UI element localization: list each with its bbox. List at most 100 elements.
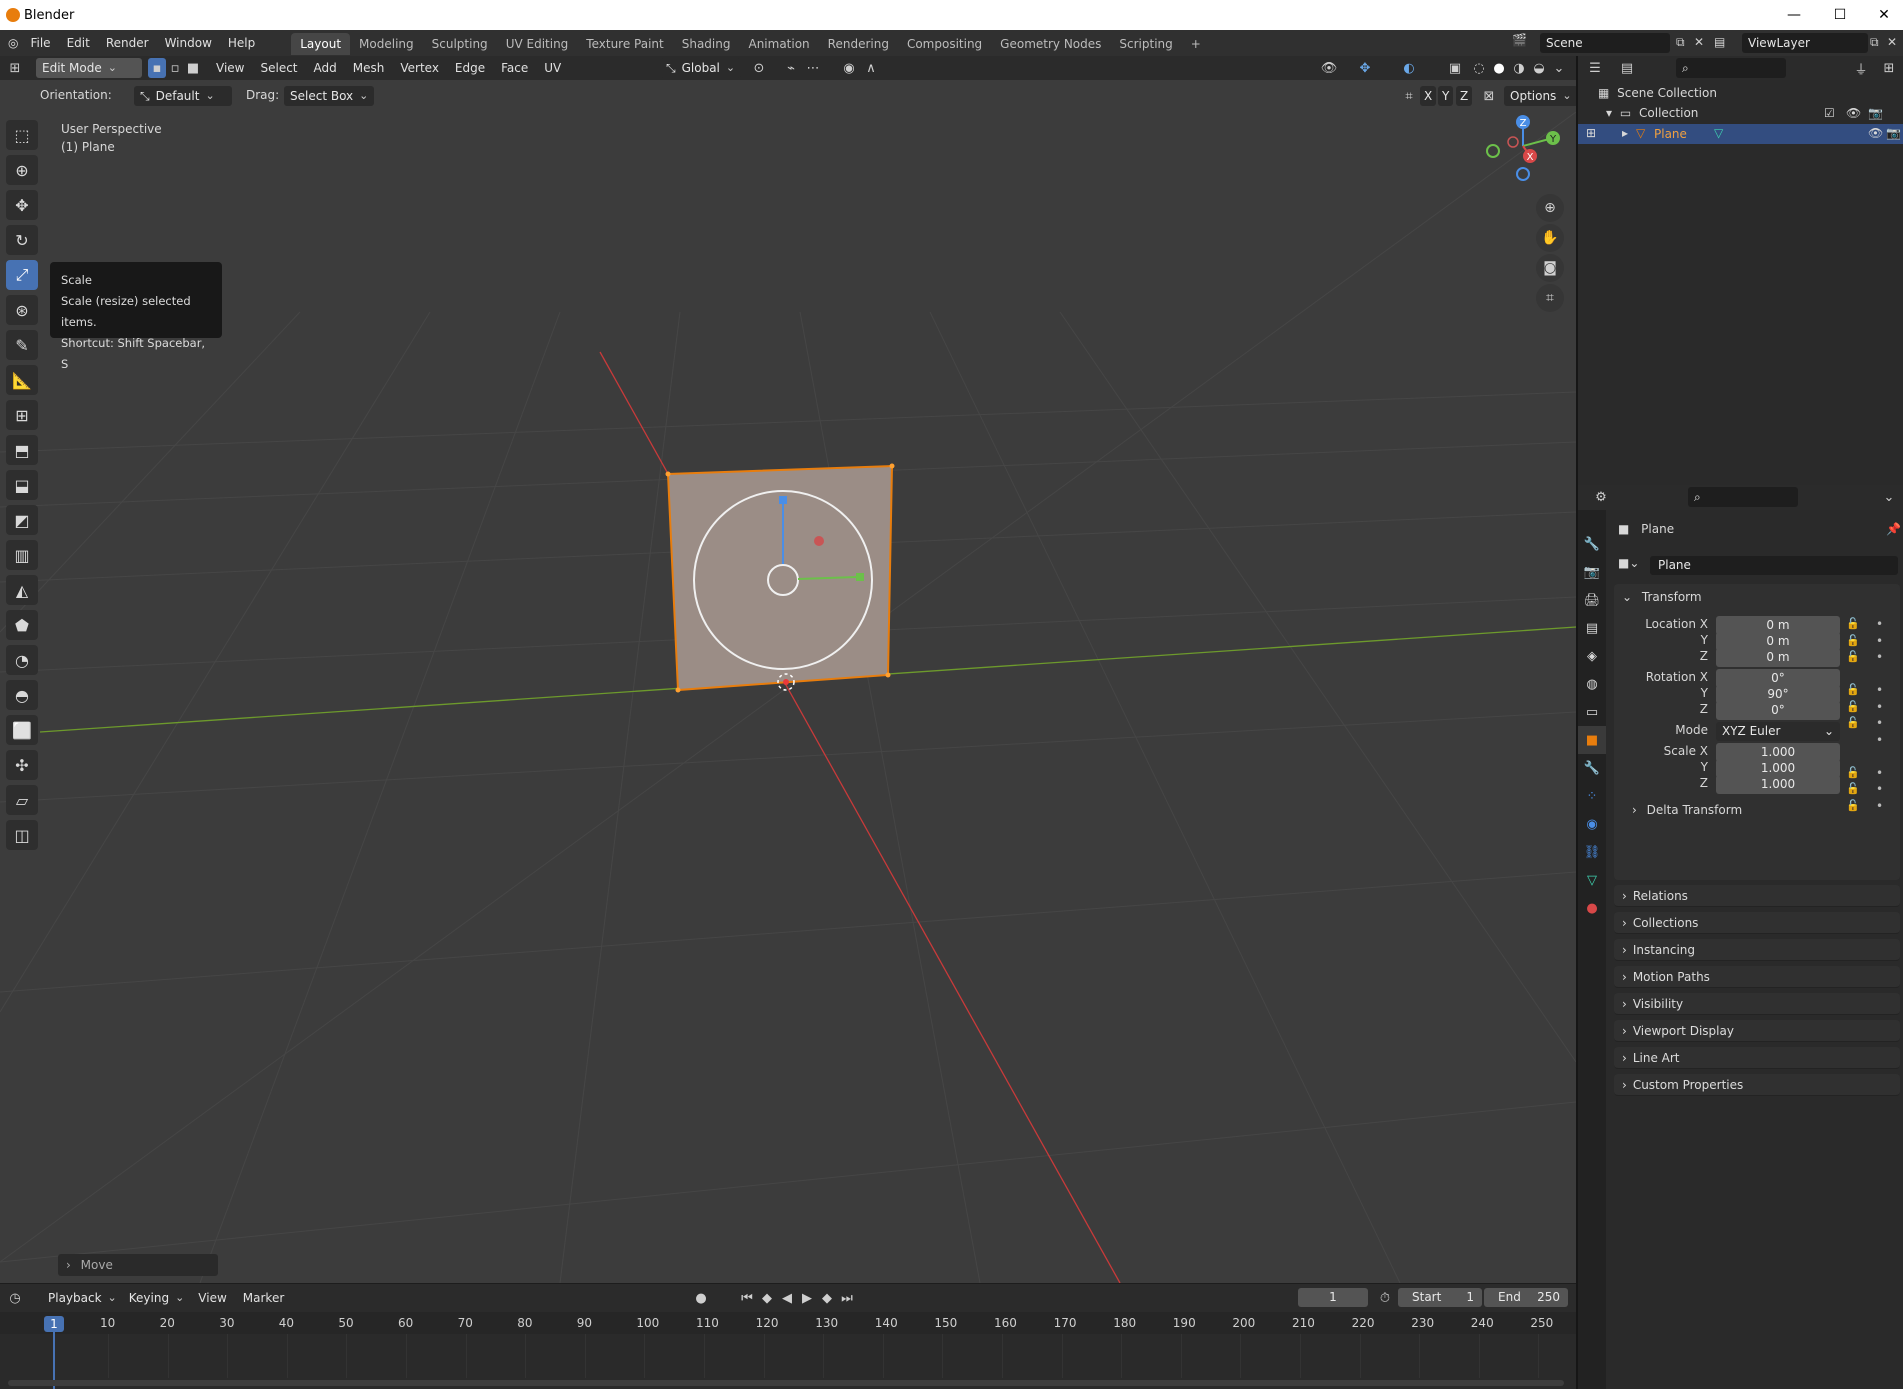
add-cube-tool-icon[interactable]: ⊞: [6, 400, 38, 430]
pin-icon[interactable]: 📌: [1886, 522, 1901, 536]
jump-end-icon[interactable]: ⏭: [836, 1288, 858, 1308]
eye-icon[interactable]: 👁: [1868, 126, 1883, 140]
panel-line-art[interactable]: › Line Art: [1614, 1047, 1900, 1069]
menu-select[interactable]: Select: [252, 55, 305, 81]
proportional-edit-icon[interactable]: ◉: [838, 58, 860, 78]
tab-modeling[interactable]: Modeling: [350, 33, 423, 55]
3d-viewport[interactable]: User Perspective (1) Plane Z Y X ⊕ ✋ ◙ ⌗…: [0, 112, 1576, 1283]
output-tab-icon[interactable]: 🖨: [1578, 586, 1606, 614]
panel-viewport-display[interactable]: › Viewport Display: [1614, 1020, 1900, 1042]
vertex[interactable]: [665, 471, 671, 477]
new-collection-icon[interactable]: ⊞: [1878, 58, 1900, 78]
scale-z-field[interactable]: 1.000: [1716, 775, 1840, 794]
pivot-point-icon[interactable]: ⊙: [748, 58, 770, 78]
last-operator-panel[interactable]: › Move: [58, 1254, 218, 1276]
panel-motion-paths[interactable]: › Motion Paths: [1614, 966, 1900, 988]
outliner-row-plane[interactable]: ⊞ ▸ ▽ Plane ▽ 👁 📷: [1578, 124, 1903, 144]
vertex-select-icon[interactable]: ▪: [148, 58, 166, 78]
rotation-z-field[interactable]: 0°: [1716, 701, 1840, 720]
physics-tab-icon[interactable]: ◉: [1578, 810, 1606, 838]
playback-menu[interactable]: Playback: [42, 1288, 123, 1308]
panel-relations[interactable]: › Relations: [1614, 885, 1900, 907]
keying-menu[interactable]: Keying: [123, 1288, 191, 1308]
copy-view-layer-icon[interactable]: ⧉: [1870, 35, 1879, 50]
add-workspace-button[interactable]: +: [1182, 33, 1210, 55]
mirror-y-toggle[interactable]: Y: [1438, 86, 1454, 106]
properties-editor-type-icon[interactable]: ⚙: [1590, 488, 1612, 508]
render-tab-icon[interactable]: 📷: [1578, 558, 1606, 586]
tool-tab-icon[interactable]: 🔧: [1578, 530, 1606, 558]
keyframe-dot-icons[interactable]: • • • • • • • • • •: [1876, 616, 1883, 814]
rotation-mode-dropdown[interactable]: XYZ Euler ⌄: [1716, 722, 1840, 741]
camera-view-icon[interactable]: ◙: [1536, 254, 1564, 282]
data-tab-icon[interactable]: ▽: [1578, 866, 1606, 894]
frame-ruler[interactable]: [0, 1312, 1576, 1334]
edge-slide-tool-icon[interactable]: ⬜: [6, 715, 38, 745]
falloff-icon[interactable]: ∧: [860, 58, 882, 78]
shrink-fatten-tool-icon[interactable]: ✣: [6, 750, 38, 780]
remove-scene-icon[interactable]: ✕: [1694, 35, 1704, 49]
auto-merge-icon[interactable]: ⊠: [1478, 86, 1500, 106]
panel-collections[interactable]: › Collections: [1614, 912, 1900, 934]
copy-scene-icon[interactable]: ⧉: [1676, 35, 1685, 50]
minimize-button[interactable]: —: [1771, 0, 1817, 30]
modifiers-tab-icon[interactable]: 🔧: [1578, 754, 1606, 782]
move-tool-icon[interactable]: ✥: [6, 190, 38, 220]
menu-help[interactable]: Help: [220, 30, 263, 56]
material-tab-icon[interactable]: ●: [1578, 894, 1606, 922]
scale-gizmo-y-handle[interactable]: [856, 573, 864, 581]
edit-mode-icon[interactable]: ⊞: [1586, 126, 1596, 140]
knife-tool-icon[interactable]: ◭: [6, 575, 38, 605]
extrude-tool-icon[interactable]: ⬒: [6, 435, 38, 465]
display-mode-icon[interactable]: ▤: [1616, 58, 1638, 78]
overlay-toggle-icon[interactable]: ◐: [1398, 58, 1420, 78]
location-z-field[interactable]: 0 m: [1716, 648, 1840, 667]
edge-select-icon[interactable]: ▫: [166, 58, 184, 78]
scene-field[interactable]: Scene: [1540, 33, 1670, 53]
menu-uv[interactable]: UV: [536, 55, 569, 81]
checkbox-icon[interactable]: ☑: [1824, 106, 1835, 120]
rotate-tool-icon[interactable]: ↻: [6, 225, 38, 255]
menu-mesh[interactable]: Mesh: [345, 55, 393, 81]
menu-vertex[interactable]: Vertex: [392, 55, 447, 81]
end-frame-field[interactable]: End 250: [1484, 1288, 1568, 1307]
delta-transform-subpanel[interactable]: › Delta Transform: [1632, 803, 1742, 817]
tab-compositing[interactable]: Compositing: [898, 33, 991, 55]
snap-icon[interactable]: ⌁: [780, 58, 802, 78]
lock-icons[interactable]: 🔓 🔓 🔓 🔓 🔓 🔓 🔓 🔓 🔓: [1846, 616, 1860, 814]
view-layer-field[interactable]: ViewLayer: [1742, 33, 1868, 53]
object-tab-icon[interactable]: ■: [1578, 726, 1606, 754]
options-dropdown[interactable]: Options: [1504, 86, 1578, 106]
shear-tool-icon[interactable]: ▱: [6, 785, 38, 815]
scene-tab-icon[interactable]: ◈: [1578, 642, 1606, 670]
smooth-tool-icon[interactable]: ◓: [6, 680, 38, 710]
snap-target-icon[interactable]: ⋯: [802, 58, 824, 78]
current-frame-field[interactable]: 1: [1298, 1288, 1368, 1307]
bevel-tool-icon[interactable]: ◩: [6, 505, 38, 535]
panel-custom-properties[interactable]: › Custom Properties: [1614, 1074, 1900, 1096]
world-tab-icon[interactable]: ◍: [1578, 670, 1606, 698]
constraints-tab-icon[interactable]: ⛓: [1578, 838, 1606, 866]
zoom-icon[interactable]: ⊕: [1536, 194, 1564, 222]
transform-orientation-dropdown[interactable]: ⤡ Global: [660, 58, 742, 78]
inset-tool-icon[interactable]: ⬓: [6, 470, 38, 500]
vertex[interactable]: [675, 687, 681, 693]
menu-render[interactable]: Render: [98, 30, 157, 56]
play-icon[interactable]: ▶: [796, 1288, 818, 1308]
poly-build-tool-icon[interactable]: ⬟: [6, 610, 38, 640]
scale-gizmo-x-handle[interactable]: [814, 536, 824, 546]
solid-shading-icon[interactable]: ●: [1488, 58, 1510, 78]
mirror-z-toggle[interactable]: Z: [1456, 86, 1473, 106]
cursor-tool-icon[interactable]: ⊕: [6, 155, 38, 185]
tab-scripting[interactable]: Scripting: [1110, 33, 1181, 55]
playhead[interactable]: 1: [44, 1316, 64, 1332]
panel-instancing[interactable]: › Instancing: [1614, 939, 1900, 961]
gizmo-toggle-icon[interactable]: ✥: [1354, 58, 1376, 78]
panel-visibility[interactable]: › Visibility: [1614, 993, 1900, 1015]
close-button[interactable]: ✕: [1861, 0, 1903, 30]
maximize-button[interactable]: ☐: [1817, 0, 1863, 30]
tab-shading[interactable]: Shading: [673, 33, 740, 55]
timeline-scrollbar[interactable]: [8, 1380, 1564, 1386]
mirror-x-toggle[interactable]: X: [1420, 86, 1437, 106]
jump-keyframe-forward-icon[interactable]: ◆: [816, 1288, 838, 1308]
